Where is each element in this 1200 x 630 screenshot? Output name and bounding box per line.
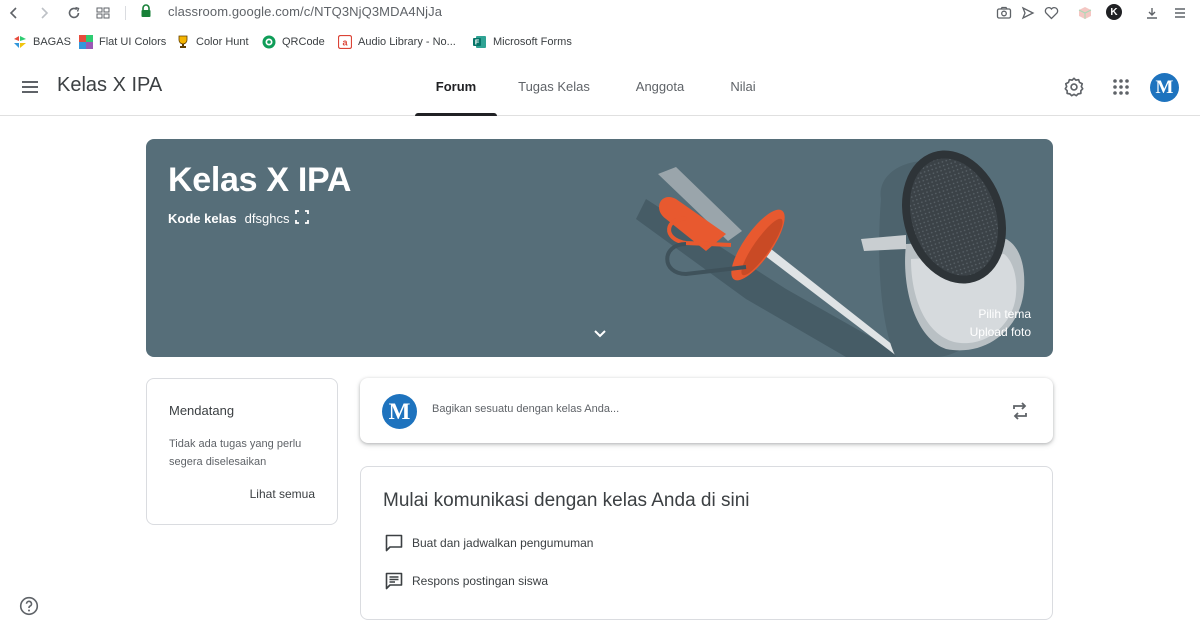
banner-class-title: Kelas X IPA (168, 161, 352, 199)
bookmark-label: BAGAS (33, 36, 71, 48)
url-field[interactable]: classroom.google.com/c/NTQ3NjQ3MDA4NjJa (168, 4, 442, 19)
gear-icon[interactable] (1062, 75, 1086, 99)
class-code-label: Kode kelas (168, 211, 237, 226)
active-tab-indicator (415, 113, 497, 116)
extension-cube-icon[interactable] (1075, 3, 1095, 23)
avatar: M (382, 394, 417, 429)
bookmark-audio-library[interactable]: a Audio Library - No... (337, 34, 456, 50)
class-code: Kode kelas dfsghcs (168, 210, 310, 227)
tab-anggota[interactable]: Anggota (622, 56, 698, 116)
bookmark-label: Microsoft Forms (493, 36, 572, 48)
getting-started-card: Mulai komunikasi dengan kelas Anda di si… (360, 466, 1053, 620)
tab-forum[interactable]: Forum (415, 56, 497, 116)
heart-icon[interactable] (1041, 3, 1061, 23)
bookmark-label: QRCode (282, 36, 325, 48)
divider (125, 6, 126, 20)
bookmark-microsoft-forms[interactable]: F Microsoft Forms (472, 34, 572, 50)
announcement-icon (383, 532, 405, 554)
bookmark-icon (12, 35, 27, 50)
trophy-icon (175, 35, 190, 50)
menu-lines-icon[interactable] (1170, 3, 1190, 23)
help-icon[interactable] (19, 596, 39, 616)
camera-icon[interactable] (994, 3, 1014, 23)
lock-icon[interactable] (140, 4, 154, 20)
bookmark-flat-ui-colors[interactable]: Flat UI Colors (78, 34, 166, 50)
repost-icon[interactable] (1009, 400, 1031, 422)
class-title[interactable]: Kelas X IPA (57, 74, 162, 97)
back-icon[interactable] (4, 3, 24, 23)
upload-photo-link[interactable]: Upload foto (970, 325, 1031, 339)
svg-text:F: F (474, 40, 479, 47)
upcoming-card: Mendatang Tidak ada tugas yang perlu seg… (146, 378, 338, 525)
select-theme-link[interactable]: Pilih tema (978, 307, 1031, 321)
bookmark-label: Audio Library - No... (358, 36, 456, 48)
class-banner: Kelas X IPA Kode kelas dfsghcs Pilih tem… (146, 139, 1053, 357)
forward-icon[interactable] (34, 3, 54, 23)
class-code-value: dfsghcs (244, 211, 290, 226)
create-announcement-item[interactable]: Buat dan jadwalkan pengumuman (383, 532, 593, 554)
app-header: Kelas X IPA Forum Tugas Kelas Anggota Ni… (0, 56, 1200, 116)
view-all-link[interactable]: Lihat semua (250, 487, 315, 501)
tab-tugas-kelas[interactable]: Tugas Kelas (508, 56, 600, 116)
browser-address-bar: classroom.google.com/c/NTQ3NjQ3MDA4NjJa … (0, 0, 1200, 26)
download-icon[interactable] (1142, 3, 1162, 23)
tab-nilai[interactable]: Nilai (718, 56, 768, 116)
reload-icon[interactable] (64, 3, 84, 23)
respond-posts-label: Respons postingan siswa (412, 574, 549, 588)
getting-started-title: Mulai komunikasi dengan kelas Anda di si… (383, 490, 750, 511)
palette-icon (78, 35, 93, 50)
avatar[interactable]: M (1150, 73, 1179, 102)
upcoming-empty-text: Tidak ada tugas yang perlu segera disele… (169, 438, 302, 468)
bookmark-bagas[interactable]: BAGAS (12, 34, 71, 50)
upcoming-title: Mendatang (169, 403, 235, 418)
apps-grid-icon[interactable] (1109, 75, 1133, 99)
fullscreen-icon[interactable] (295, 210, 310, 227)
bookmark-qrcode[interactable]: QRCode (261, 34, 325, 50)
chevron-down-icon[interactable] (590, 326, 610, 342)
browser-profile-avatar[interactable]: K (1106, 4, 1122, 20)
comment-icon (383, 570, 405, 592)
tab-grid-icon[interactable] (93, 3, 113, 23)
create-announcement-label: Buat dan jadwalkan pengumuman (412, 536, 594, 550)
respond-posts-item[interactable]: Respons postingan siswa (383, 570, 548, 592)
qr-icon (261, 35, 276, 50)
share-box[interactable]: M Bagikan sesuatu dengan kelas Anda... (360, 378, 1053, 443)
share-input[interactable]: Bagikan sesuatu dengan kelas Anda... (432, 403, 619, 415)
forms-icon: F (472, 35, 487, 50)
hamburger-menu-icon[interactable] (18, 75, 42, 99)
audio-icon: a (337, 35, 352, 50)
send-icon[interactable] (1018, 3, 1038, 23)
bookmarks-bar: BAGAS Flat UI Colors Color Hunt QRCode a… (0, 26, 1200, 56)
bookmark-label: Color Hunt (196, 36, 249, 48)
bookmark-label: Flat UI Colors (99, 36, 167, 48)
bookmark-color-hunt[interactable]: Color Hunt (175, 34, 249, 50)
